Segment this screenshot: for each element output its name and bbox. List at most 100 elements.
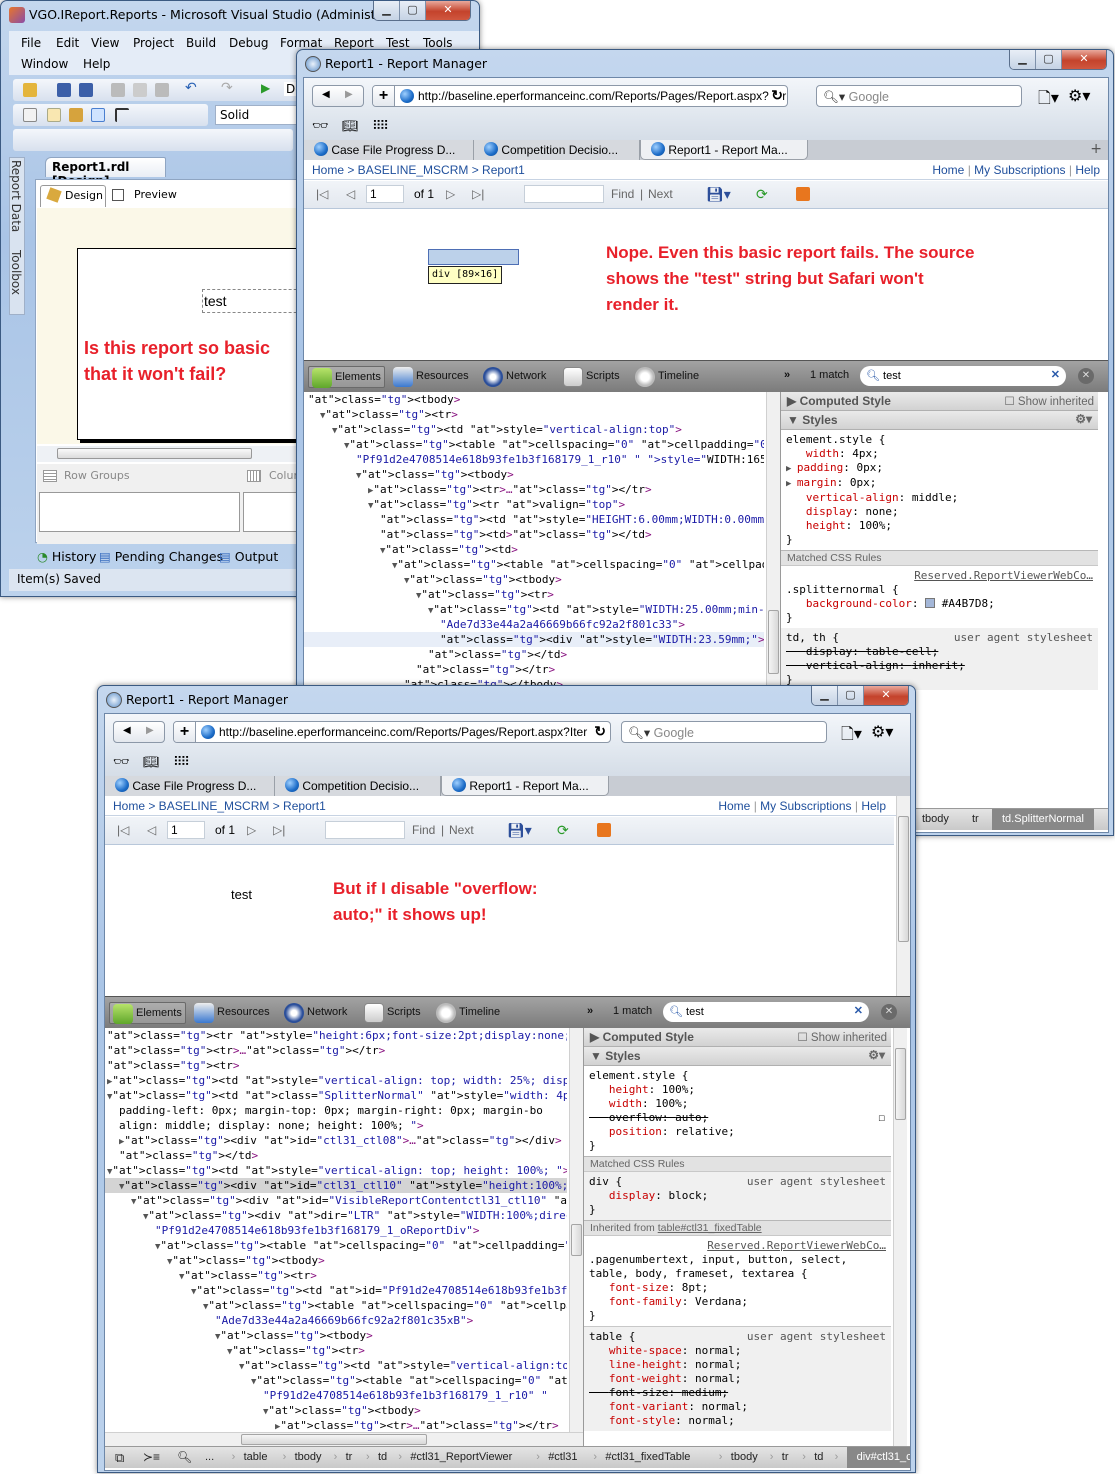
dom-node-line[interactable]: "at">class="tg"><tr "at">style="height:6…	[105, 1028, 567, 1043]
next-link[interactable]: Next	[648, 187, 673, 201]
dom-node-line[interactable]: ▼"at">class="tg"><td "at">class="Splitte…	[105, 1088, 567, 1103]
top-sites-icon[interactable]: ⠿⠿	[173, 755, 190, 770]
settings-gear-icon[interactable]: ⚙▾	[1068, 86, 1090, 105]
computed-style-header[interactable]: ▶ Computed Style ☐ Show inherited	[584, 1028, 891, 1047]
menu-debug[interactable]: Debug	[229, 36, 268, 50]
minimize-button[interactable]: ▁	[812, 686, 838, 705]
clear-search-icon[interactable]: ✕	[854, 1004, 863, 1017]
dom-node-line[interactable]: "at">class="tg"><td>"at">class="tg"></td…	[304, 527, 764, 542]
menu-format[interactable]: Format	[280, 36, 322, 50]
page-number-input[interactable]: 1	[366, 185, 404, 203]
menu-help[interactable]: Help	[83, 57, 110, 71]
page-menu-icon[interactable]: 🗋▾	[841, 723, 862, 750]
inspector-tab-timeline[interactable]: Timeline	[632, 366, 702, 388]
dom-node-line[interactable]: ▼"at">class="tg"><tbody>	[304, 467, 764, 482]
refresh-icon[interactable]: ⟳	[756, 186, 768, 203]
export-icon[interactable]: 💾︎▾	[706, 186, 731, 203]
crumb[interactable]: #ctl31_ReportViewer	[410, 1451, 512, 1463]
inspector-search-field[interactable]: 🔍︎ test ✕	[663, 1002, 869, 1022]
report-data-tab[interactable]: Report Data	[9, 160, 23, 232]
home-link[interactable]: Home	[718, 799, 750, 813]
cut-icon[interactable]	[111, 83, 125, 97]
page-menu-icon[interactable]: 🗋▾	[1038, 87, 1059, 114]
styles-header[interactable]: ▼ Styles ⚙▾	[781, 411, 1098, 430]
forward-button[interactable]: ▶	[146, 725, 154, 736]
computed-style-header[interactable]: ▶ Computed Style ☐ Show inherited	[781, 392, 1098, 411]
search-field[interactable]: 🔍︎▾ Google	[621, 721, 827, 743]
page-scrollbar[interactable]	[896, 796, 910, 996]
dom-node-line[interactable]: ▼"at">class="tg"><td>	[304, 542, 764, 557]
dom-node-line[interactable]: "at">class="tg"><div "at">style="WIDTH:2…	[304, 632, 764, 647]
dom-node-line[interactable]: "at">class="tg"><tr>…"at">class="tg"></t…	[105, 1043, 567, 1058]
property-name[interactable]: display	[609, 1189, 655, 1202]
copy-icon[interactable]	[133, 83, 147, 97]
add-bookmark-button[interactable]: +	[373, 86, 395, 106]
row-groups-area[interactable]	[39, 492, 240, 532]
show-inherited-checkbox[interactable]: ☐ Show inherited	[1004, 394, 1094, 408]
bookmarks-icon[interactable]: 📖︎	[342, 119, 359, 134]
crumb[interactable]: tbody	[731, 1451, 758, 1463]
inspector-tab-scripts[interactable]: Scripts	[361, 1002, 424, 1024]
minimize-button[interactable]: ▁	[1010, 50, 1036, 69]
save-all-icon[interactable]	[79, 83, 93, 97]
close-button[interactable]: ✕	[1062, 50, 1106, 69]
crumb[interactable]: table	[244, 1451, 268, 1463]
menu-tools[interactable]: Tools	[423, 36, 453, 50]
tab-case-file[interactable]: Case File Progress D...	[304, 140, 474, 160]
report-edit-icon[interactable]	[69, 108, 83, 122]
dom-tree[interactable]: "at">class="tg"><tr "at">style="height:6…	[105, 1028, 567, 1432]
dom-node-line[interactable]: ▼"at">class="tg"><td "at">style="vertica…	[105, 1163, 567, 1178]
dom-node-line[interactable]: ▼"at">class="tg"><div "at">dir="LTR" "at…	[105, 1208, 567, 1223]
dom-node-line[interactable]: ▼"at">class="tg"><table "at">cellspacing…	[105, 1298, 567, 1313]
dom-node-line[interactable]: ▶"at">class="tg"><div "at">id="ctl31_ctl…	[105, 1133, 567, 1148]
preview-tab[interactable]: Preview	[134, 188, 177, 201]
dom-node-line[interactable]: ▼"at">class="tg"><td "at">style="vertica…	[304, 422, 764, 437]
property-name[interactable]: background-color	[806, 597, 912, 610]
redo-icon[interactable]: ↷	[221, 80, 235, 96]
dom-node-line[interactable]: ▶"at">class="tg"><tr>…"at">class="tg"></…	[105, 1418, 567, 1432]
tab-report1[interactable]: Report1 - Report Ma...	[441, 776, 609, 796]
dom-node-line[interactable]: padding-left: 0px; margin-top: 0px; marg…	[105, 1103, 567, 1118]
inspect-search-icon[interactable]: 🔍︎	[177, 1450, 192, 1464]
dom-node-line[interactable]: ▼"at">class="tg"><tbody>	[304, 572, 764, 587]
dom-node-line[interactable]: ▼"at">class="tg"><tr>	[304, 407, 764, 422]
menu-project[interactable]: Project	[133, 36, 174, 50]
dom-node-line[interactable]: "Pf91d2e4708514e618b93fe1b3f168179_1_r10…	[105, 1388, 567, 1403]
add-bookmark-button[interactable]: +	[174, 722, 196, 742]
previous-page-icon[interactable]: ◁	[346, 187, 355, 201]
dom-tree-horizontal-scrollbar[interactable]	[105, 1432, 583, 1446]
dom-node-line[interactable]: "at">class="tg"></tr>	[304, 662, 764, 677]
settings-gear-icon[interactable]: ⚙▾	[871, 722, 893, 741]
inspector-tab-network[interactable]: Network	[480, 366, 549, 388]
dom-node-line[interactable]: ▼"at">class="tg"><table "at">cellspacing…	[304, 437, 764, 452]
help-link[interactable]: Help	[1075, 163, 1100, 177]
styles-scrollbar[interactable]	[893, 1028, 907, 1446]
back-button[interactable]: ◀	[322, 89, 330, 100]
paste-icon[interactable]	[155, 83, 169, 97]
find-input[interactable]	[325, 821, 405, 839]
address-bar[interactable]: + http://baseline.eperformanceinc.com/Re…	[173, 721, 611, 743]
menu-test[interactable]: Test	[386, 36, 410, 50]
dom-node-line[interactable]: ▼"at">class="tg"><tr "at">valign="top">	[304, 497, 764, 512]
address-bar[interactable]: + http://baseline.eperformanceinc.com/Re…	[372, 85, 788, 107]
crumb[interactable]: #ctl31_fixedTable	[605, 1451, 690, 1463]
styles-gear-icon[interactable]: ⚙▾	[1075, 412, 1092, 426]
find-input[interactable]	[524, 185, 604, 203]
search-field[interactable]: 🔍︎▾ Google	[816, 85, 1022, 107]
close-inspector-icon[interactable]: ✕	[881, 1004, 897, 1020]
maximize-button[interactable]: ▢	[838, 686, 864, 705]
dom-node-line[interactable]: ▼"at">class="tg"><tbody>	[105, 1403, 567, 1418]
dom-node-line[interactable]: ▼"at">class="tg"><div "at">id="VisibleRe…	[105, 1193, 567, 1208]
dom-tree-scrollbar[interactable]	[569, 1028, 583, 1432]
dom-node-line[interactable]: "Ade7d33e44a2a46669b66fc92a2f801c33">	[304, 617, 764, 632]
rule-source-link[interactable]: Reserved.ReportViewerWebCo…	[786, 569, 1093, 583]
last-page-icon[interactable]: ▷|	[472, 187, 484, 201]
inspector-tab-resources[interactable]: Resources	[191, 1002, 273, 1024]
reload-icon[interactable]: ↻	[769, 87, 783, 104]
dom-node-line[interactable]: "at">class="tg"></td>	[105, 1148, 567, 1163]
dom-node-line[interactable]: "at">class="tg"></td>	[304, 647, 764, 662]
previous-page-icon[interactable]: ◁	[147, 823, 156, 837]
new-project-icon[interactable]	[23, 83, 37, 97]
top-sites-icon[interactable]: ⠿⠿	[372, 119, 389, 134]
dom-node-line[interactable]: "Pf91d2e4708514e618b93fe1b3f168179_1_oRe…	[105, 1223, 567, 1238]
